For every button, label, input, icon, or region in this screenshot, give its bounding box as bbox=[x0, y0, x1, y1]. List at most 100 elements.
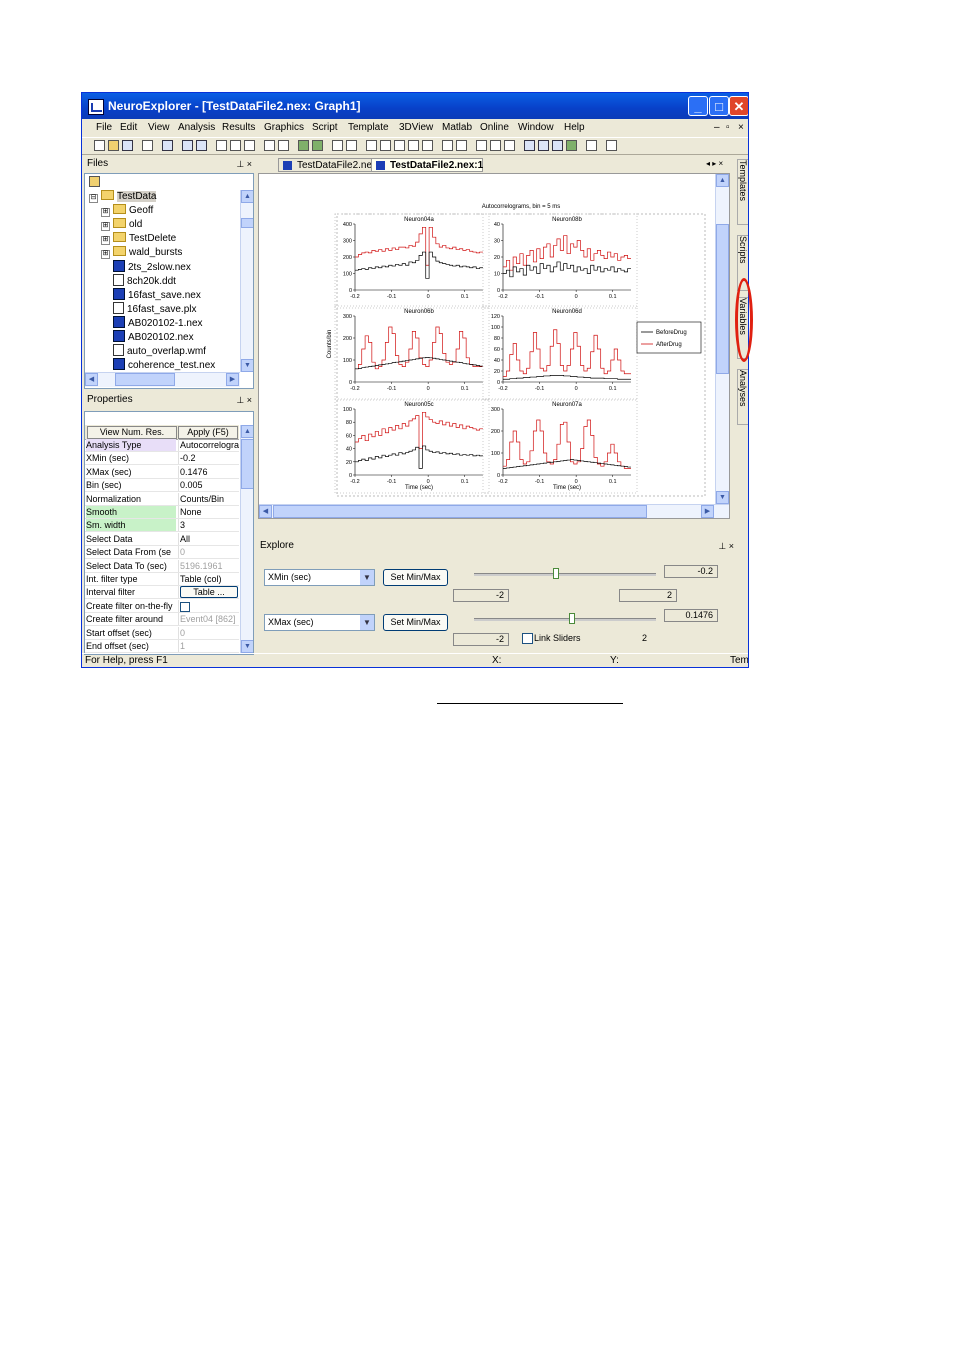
close-button[interactable]: ✕ bbox=[729, 96, 748, 116]
tree-item[interactable]: ⊟ TestData bbox=[89, 190, 157, 204]
slider-1-min[interactable]: -2 bbox=[453, 589, 509, 602]
menu-view[interactable]: View bbox=[148, 122, 170, 133]
scroll-up-icon[interactable]: ▲ bbox=[241, 425, 253, 438]
scroll-thumb[interactable] bbox=[241, 218, 253, 228]
property-row[interactable]: Start offset (sec) 0 bbox=[85, 626, 239, 640]
run-template-icon[interactable] bbox=[312, 140, 323, 151]
property-row[interactable]: Create filter on-the-fly bbox=[85, 599, 239, 613]
tab-testdatafile2[interactable]: TestDataFile2.nex bbox=[278, 158, 377, 172]
property-value[interactable]: 3 bbox=[178, 519, 239, 532]
print-icon[interactable] bbox=[142, 140, 153, 151]
scroll-down-icon[interactable]: ▼ bbox=[716, 491, 729, 504]
property-value[interactable]: Table (col) bbox=[178, 573, 239, 585]
layout-2-icon[interactable] bbox=[380, 140, 391, 151]
maximize-button[interactable]: □ bbox=[709, 96, 729, 116]
mdi-close-icon[interactable]: × bbox=[738, 122, 744, 133]
scroll-right-icon[interactable]: ▶ bbox=[226, 373, 239, 386]
property-value[interactable]: Counts/Bin bbox=[178, 492, 239, 505]
save-icon[interactable] bbox=[122, 140, 133, 151]
redo-icon[interactable] bbox=[278, 140, 289, 151]
tree-item[interactable]: ⊞ wald_bursts bbox=[101, 246, 182, 260]
graph-vscroll[interactable]: ▲ ▼ bbox=[715, 174, 729, 504]
property-row[interactable]: Create filter around Event04 [862] bbox=[85, 613, 239, 627]
set-min-max-button-2[interactable]: Set Min/Max bbox=[383, 614, 448, 631]
scroll-up-icon[interactable]: ▲ bbox=[241, 190, 253, 203]
mdi-minimize-icon[interactable]: – bbox=[714, 122, 720, 133]
property-row[interactable]: Int. filter type Table (col) bbox=[85, 573, 239, 586]
property-row[interactable]: Bin (sec) 0.005 bbox=[85, 479, 239, 493]
expand-icon[interactable]: ⊞ bbox=[101, 222, 110, 231]
expand-icon[interactable]: ⊞ bbox=[101, 208, 110, 217]
line-tool-icon[interactable] bbox=[490, 140, 501, 151]
slider-1-max[interactable]: 2 bbox=[619, 589, 677, 602]
open-icon[interactable] bbox=[108, 140, 119, 151]
menu-template[interactable]: Template bbox=[348, 122, 389, 133]
property-row[interactable]: Select Data To (sec) 5196.1961 bbox=[85, 559, 239, 573]
zoom-in-icon[interactable] bbox=[332, 140, 343, 151]
cursor-5-icon[interactable] bbox=[586, 140, 597, 151]
expand-icon[interactable]: ⊟ bbox=[89, 194, 98, 203]
property-row[interactable]: Select Data All bbox=[85, 532, 239, 546]
tree-item[interactable]: 2ts_2slow.nex bbox=[101, 260, 191, 274]
rect-tool-icon[interactable] bbox=[504, 140, 515, 151]
property-row[interactable]: Smooth None bbox=[85, 506, 239, 519]
tab-analyses[interactable]: Analyses bbox=[737, 369, 748, 425]
property-row[interactable]: End offset (sec) 1 bbox=[85, 640, 239, 653]
explore-param-select-2[interactable]: XMax (sec) ▼ bbox=[264, 614, 375, 631]
explore-slider-1[interactable] bbox=[474, 573, 656, 576]
layout-1-icon[interactable] bbox=[366, 140, 377, 151]
tree-item[interactable]: 8ch20k.ddt bbox=[101, 274, 176, 288]
layout-5-icon[interactable] bbox=[422, 140, 433, 151]
view-doc-icon[interactable] bbox=[182, 140, 193, 151]
cursor-2-icon[interactable] bbox=[538, 140, 549, 151]
cursor-4-icon[interactable] bbox=[566, 140, 577, 151]
slider-1-thumb[interactable] bbox=[552, 568, 559, 579]
layout-4-icon[interactable] bbox=[408, 140, 419, 151]
hscroll-thumb[interactable] bbox=[273, 505, 647, 518]
slider-2-min[interactable]: -2 bbox=[453, 633, 509, 646]
text-tool-icon[interactable] bbox=[476, 140, 487, 151]
explore-slider-2[interactable] bbox=[474, 618, 656, 621]
copy-icon[interactable] bbox=[230, 140, 241, 151]
chevron-down-icon[interactable]: ▼ bbox=[360, 615, 374, 630]
property-value[interactable]: None bbox=[178, 506, 239, 518]
grid-icon[interactable] bbox=[162, 140, 173, 151]
mdi-restore-icon[interactable]: ▫ bbox=[726, 122, 730, 133]
property-value[interactable]: 5196.1961 bbox=[178, 559, 239, 572]
cursor-1-icon[interactable] bbox=[524, 140, 535, 151]
pin-icon[interactable]: ⊥ × bbox=[236, 393, 252, 407]
property-value[interactable]: 0 bbox=[178, 546, 239, 559]
tree-item[interactable]: coherence_test.nex bbox=[101, 358, 215, 372]
property-row[interactable]: Select Data From (se 0 bbox=[85, 546, 239, 560]
menu-results[interactable]: Results bbox=[222, 122, 255, 133]
open-folder-icon[interactable] bbox=[89, 176, 100, 187]
apply-button[interactable]: Apply (F5) bbox=[178, 426, 238, 439]
property-row[interactable]: Analysis Type Autocorrelogra bbox=[85, 439, 239, 452]
property-value[interactable] bbox=[178, 599, 239, 612]
font-smaller-icon[interactable] bbox=[456, 140, 467, 151]
scroll-thumb[interactable] bbox=[241, 439, 253, 489]
help-icon[interactable] bbox=[606, 140, 617, 151]
on-the-fly-checkbox[interactable] bbox=[180, 601, 190, 612]
expand-icon[interactable]: ⊞ bbox=[101, 250, 110, 259]
property-value[interactable]: Autocorrelogra bbox=[178, 439, 239, 451]
tab-nav-icons[interactable]: ◂ ▸ × bbox=[706, 159, 723, 168]
files-hscroll[interactable]: ◀ ▶ bbox=[85, 372, 240, 387]
tree-item[interactable]: auto_overlap.wmf bbox=[101, 344, 206, 358]
scroll-right-icon[interactable]: ▶ bbox=[701, 505, 714, 518]
scroll-up-icon[interactable]: ▲ bbox=[716, 174, 729, 187]
property-row[interactable]: Sm. width 3 bbox=[85, 519, 239, 533]
scroll-thumb[interactable] bbox=[716, 224, 729, 374]
layout-3-icon[interactable] bbox=[394, 140, 405, 151]
menu-window[interactable]: Window bbox=[518, 122, 554, 133]
slider-2-value[interactable]: 0.1476 bbox=[664, 609, 718, 622]
link-sliders-checkbox[interactable] bbox=[522, 633, 533, 644]
zoom-out-icon[interactable] bbox=[346, 140, 357, 151]
property-value[interactable]: 0.005 bbox=[178, 479, 239, 492]
interval-table-button[interactable]: Table ... bbox=[180, 586, 238, 599]
menu-online[interactable]: Online bbox=[480, 122, 509, 133]
slider-2-max[interactable]: 2 bbox=[642, 633, 647, 643]
menu-3dview[interactable]: 3DView bbox=[399, 122, 433, 133]
menu-edit[interactable]: Edit bbox=[120, 122, 137, 133]
property-row[interactable]: XMin (sec) -0.2 bbox=[85, 452, 239, 466]
